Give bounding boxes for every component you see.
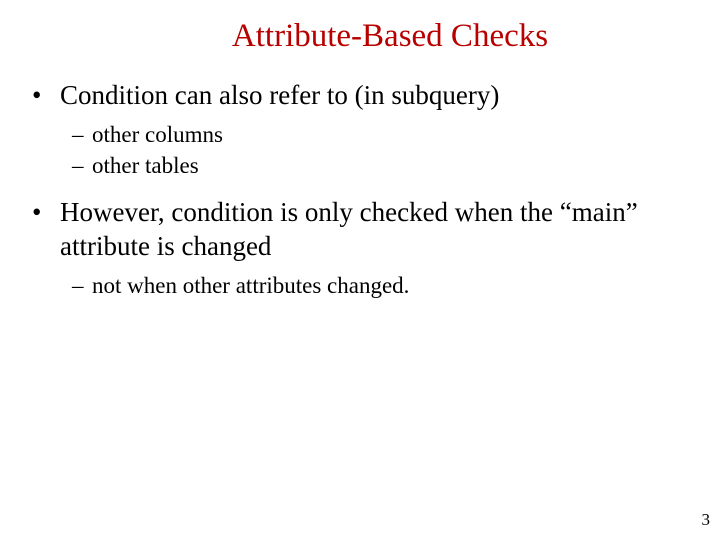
sub-bullet-item: – not when other attributes changed.: [72, 272, 692, 301]
bullet-marker-icon: •: [32, 79, 60, 111]
slide: Attribute-Based Checks • Condition can a…: [0, 0, 720, 540]
dash-marker-icon: –: [72, 152, 92, 180]
sub-bullet-item: – other columns: [72, 121, 692, 150]
content-area: • Condition can also refer to (in subque…: [28, 79, 692, 301]
dash-marker-icon: –: [72, 121, 92, 149]
bullet-item: • Condition can also refer to (in subque…: [32, 79, 692, 113]
bullet-item: • However, condition is only checked whe…: [32, 196, 692, 264]
bullet-marker-icon: •: [32, 196, 60, 228]
sub-bullet-text: not when other attributes changed.: [92, 272, 409, 301]
sub-bullet-text: other columns: [92, 121, 223, 150]
sub-bullet-text: other tables: [92, 152, 199, 181]
bullet-text: However, condition is only checked when …: [60, 196, 692, 264]
dash-marker-icon: –: [72, 272, 92, 300]
sub-bullet-item: – other tables: [72, 152, 692, 181]
slide-title: Attribute-Based Checks: [28, 18, 692, 55]
page-number: 3: [702, 510, 711, 530]
bullet-text: Condition can also refer to (in subquery…: [60, 79, 499, 113]
